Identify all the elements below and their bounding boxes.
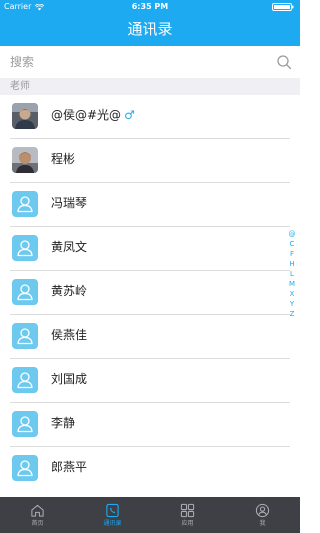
contact-row[interactable]: @侯@#光@ ♂ xyxy=(0,95,300,139)
phone-book-icon xyxy=(106,503,119,518)
contact-row[interactable]: 侯燕佳 xyxy=(0,315,300,359)
contact-name: 程彬 xyxy=(51,152,76,166)
default-user-avatar xyxy=(12,235,38,261)
apps-grid-icon xyxy=(180,503,195,518)
tab-label: 首页 xyxy=(31,520,44,527)
contact-list[interactable]: @侯@#光@ ♂ 程彬 冯瑞琴 黄凤文 黄苏岭 侯燕佳 刘国成 李静 郎燕平 xyxy=(0,95,300,497)
page-title: 通讯录 xyxy=(127,20,173,38)
tab-me[interactable]: 我 xyxy=(225,497,300,533)
index-letter[interactable]: H xyxy=(289,259,294,269)
contact-row[interactable]: 冯瑞琴 xyxy=(0,183,300,227)
default-user-avatar xyxy=(12,191,38,217)
default-user-avatar xyxy=(12,367,38,393)
index-letter[interactable]: X xyxy=(290,289,295,299)
contact-name: 黄凤文 xyxy=(51,240,88,254)
index-letter[interactable]: Y xyxy=(290,299,294,309)
default-user-avatar xyxy=(12,455,38,481)
index-letter[interactable]: C xyxy=(290,239,295,249)
tab-label: 我 xyxy=(259,520,266,527)
alpha-index[interactable]: @ C F H L M X Y Z xyxy=(287,229,297,319)
contact-name: 冯瑞琴 xyxy=(51,196,88,210)
default-user-avatar xyxy=(12,411,38,437)
index-letter[interactable]: Z xyxy=(290,309,295,319)
contact-name: @侯@#光@ ♂ xyxy=(51,107,135,123)
contact-row[interactable]: 黄凤文 xyxy=(0,227,300,271)
contact-row[interactable]: 黄苏岭 xyxy=(0,271,300,315)
search-bar xyxy=(0,46,300,78)
status-bar: Carrier 6:35 PM xyxy=(0,0,300,14)
contact-row[interactable]: 刘国成 xyxy=(0,359,300,403)
home-icon xyxy=(31,504,44,517)
status-time: 6:35 PM xyxy=(131,2,169,11)
search-input[interactable] xyxy=(6,50,284,74)
contact-name: 侯燕佳 xyxy=(51,328,88,342)
contact-name-text: @侯@#光@ xyxy=(51,108,122,122)
default-user-avatar xyxy=(12,323,38,349)
tab-home[interactable]: 首页 xyxy=(0,497,75,533)
male-gender-icon: ♂ xyxy=(124,108,135,122)
contact-row[interactable]: 程彬 xyxy=(0,139,300,183)
tab-contacts[interactable]: 通讯录 xyxy=(75,497,150,533)
battery-icon xyxy=(272,3,294,11)
index-letter[interactable]: @ xyxy=(289,229,296,239)
app-screen: Carrier 6:35 PM 通讯录 老师 xyxy=(0,0,300,533)
contact-name: 李静 xyxy=(51,416,76,430)
tab-bar: 首页 通讯录 应用 我 xyxy=(0,497,300,533)
photo-avatar xyxy=(12,147,38,173)
photo-avatar xyxy=(12,103,38,129)
contact-name: 郎燕平 xyxy=(51,460,88,474)
contact-name: 刘国成 xyxy=(51,372,88,386)
contact-row[interactable]: 李静 xyxy=(0,403,300,447)
header: Carrier 6:35 PM 通讯录 xyxy=(0,0,300,46)
default-user-avatar xyxy=(12,279,38,305)
tab-label: 通讯录 xyxy=(103,520,122,527)
contact-name: 黄苏岭 xyxy=(51,284,88,298)
section-header-teachers: 老师 xyxy=(0,78,300,95)
index-letter[interactable]: L xyxy=(290,269,294,279)
tab-apps[interactable]: 应用 xyxy=(150,497,225,533)
index-letter[interactable]: M xyxy=(289,279,295,289)
search-icon[interactable] xyxy=(276,54,292,70)
tab-label: 应用 xyxy=(181,520,194,527)
index-letter[interactable]: F xyxy=(290,249,294,259)
contact-row[interactable]: 郎燕平 xyxy=(0,447,300,491)
user-profile-icon xyxy=(255,503,270,518)
